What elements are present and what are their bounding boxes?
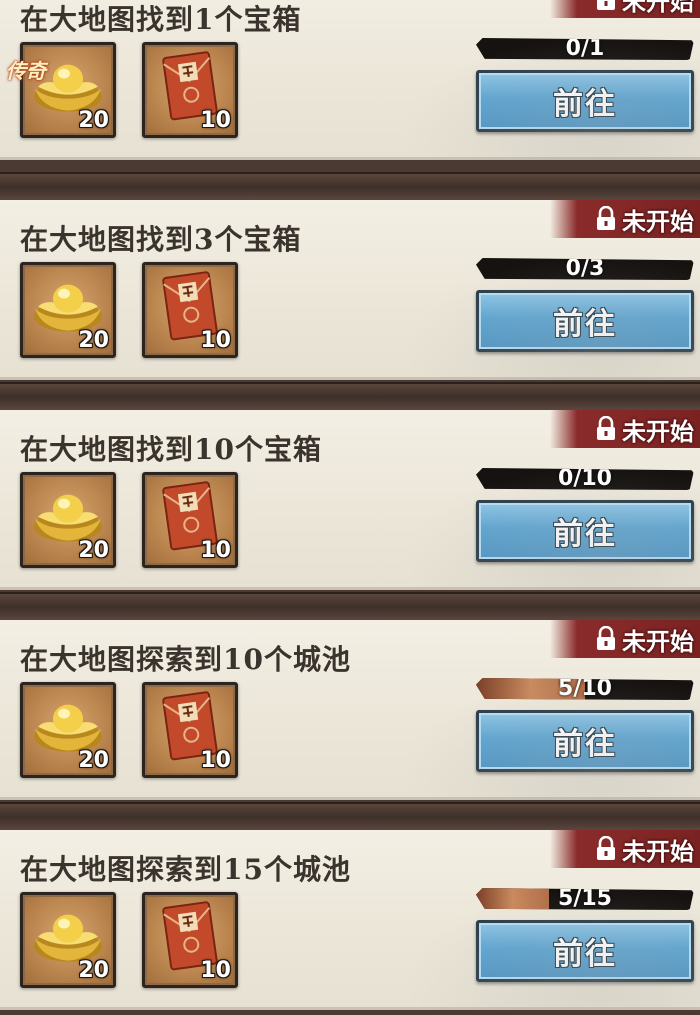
game-logo: 传奇 — [6, 59, 46, 83]
progress-bar: 5/15 — [476, 888, 694, 910]
reward-qty: 20 — [78, 538, 109, 563]
lock-icon — [597, 416, 615, 440]
divider — [0, 802, 700, 832]
progress-text: 5/10 — [558, 676, 612, 701]
reward-qty: 20 — [78, 108, 109, 133]
progress-text: 0/3 — [565, 256, 605, 281]
reward-qty: 20 — [78, 958, 109, 983]
status-badge: 未开始 — [550, 200, 700, 238]
go-button[interactable]: 前往 — [476, 290, 694, 352]
progress-bar: 0/1 — [476, 38, 694, 60]
status-label: 未开始 — [622, 626, 694, 656]
progress-bar: 0/3 — [476, 258, 694, 280]
go-button[interactable]: 前往 — [476, 710, 694, 772]
task-card: 在大地图找到3个宝箱 未开始 20 10 0/3 前往 — [0, 200, 700, 380]
divider — [0, 382, 700, 412]
progress-text: 5/15 — [558, 886, 612, 911]
task-card: 在大地图找到1个宝箱 未开始 20 10 0/1 前往 — [0, 0, 700, 160]
status-badge: 未开始 — [550, 0, 700, 18]
reward-slot[interactable]: 10 — [142, 472, 238, 568]
reward-slot[interactable]: 20 — [20, 682, 116, 778]
gold-ingot-icon — [34, 914, 102, 962]
gold-ingot-icon — [34, 284, 102, 332]
task-title: 在大地图找到3个宝箱 — [20, 223, 302, 256]
lock-icon — [597, 0, 615, 10]
divider — [0, 172, 700, 202]
reward-qty: 20 — [78, 748, 109, 773]
go-button[interactable]: 前往 — [476, 70, 694, 132]
reward-slot[interactable]: 10 — [142, 42, 238, 138]
reward-slot[interactable]: 10 — [142, 892, 238, 988]
status-badge: 未开始 — [550, 830, 700, 868]
go-button-label: 前往 — [553, 307, 617, 342]
go-button-label: 前往 — [553, 727, 617, 762]
lock-icon — [597, 626, 615, 650]
progress-text: 0/1 — [565, 36, 605, 61]
reward-slot[interactable]: 20 — [20, 262, 116, 358]
go-button-label: 前往 — [553, 87, 617, 122]
lock-icon — [597, 836, 615, 860]
task-card: 在大地图探索到15个城池 未开始 20 10 5/15 前往 — [0, 830, 700, 1010]
reward-slot[interactable]: 20 — [20, 472, 116, 568]
progress-text: 0/10 — [558, 466, 612, 491]
task-list: 传奇 在大地图找到1个宝箱 未开始 20 10 0/1 前往 在大地图找到3个宝… — [0, 0, 700, 1015]
go-button[interactable]: 前往 — [476, 920, 694, 982]
reward-slot[interactable]: 20 — [20, 892, 116, 988]
task-title: 在大地图探索到10个城池 — [20, 643, 351, 676]
gold-ingot-icon — [34, 704, 102, 752]
task-title: 在大地图探索到15个城池 — [20, 853, 351, 886]
lock-icon — [597, 206, 615, 230]
go-button-label: 前往 — [553, 517, 617, 552]
reward-qty: 20 — [78, 328, 109, 353]
reward-qty: 10 — [200, 328, 231, 353]
divider — [0, 592, 700, 622]
status-badge: 未开始 — [550, 410, 700, 448]
status-badge: 未开始 — [550, 620, 700, 658]
status-label: 未开始 — [622, 836, 694, 866]
progress-bar: 0/10 — [476, 468, 694, 490]
progress-bar: 5/10 — [476, 678, 694, 700]
task-card: 在大地图探索到10个城池 未开始 20 10 5/10 前往 — [0, 620, 700, 800]
go-button-label: 前往 — [553, 937, 617, 972]
status-label: 未开始 — [622, 0, 694, 16]
go-button[interactable]: 前往 — [476, 500, 694, 562]
reward-qty: 10 — [200, 748, 231, 773]
reward-slot[interactable]: 10 — [142, 262, 238, 358]
status-label: 未开始 — [622, 416, 694, 446]
gold-ingot-icon — [34, 494, 102, 542]
task-title: 在大地图找到1个宝箱 — [20, 3, 302, 36]
reward-slot[interactable]: 10 — [142, 682, 238, 778]
reward-qty: 10 — [200, 538, 231, 563]
task-card: 在大地图找到10个宝箱 未开始 20 10 0/10 前往 — [0, 410, 700, 590]
status-label: 未开始 — [622, 206, 694, 236]
task-title: 在大地图找到10个宝箱 — [20, 433, 322, 466]
reward-qty: 10 — [200, 958, 231, 983]
reward-qty: 10 — [200, 108, 231, 133]
